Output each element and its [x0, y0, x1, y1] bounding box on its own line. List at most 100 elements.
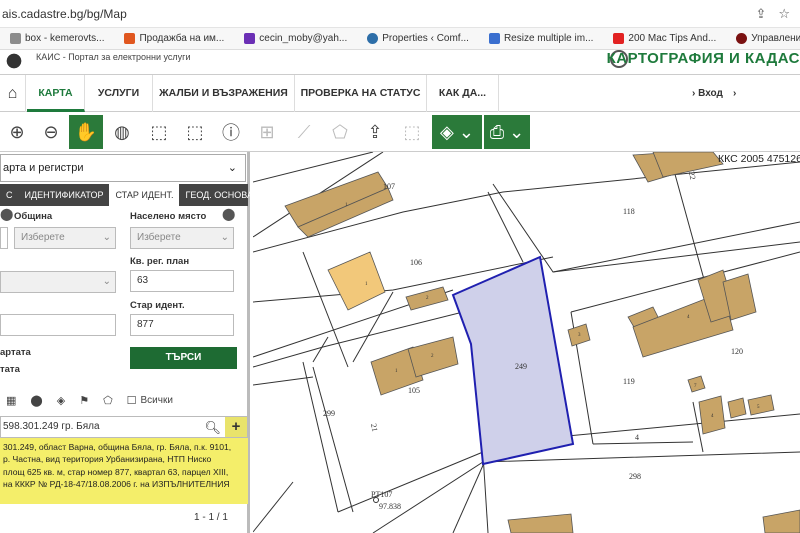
checkbox-all[interactable]: ☐ [127, 394, 137, 407]
nav-how-to[interactable]: КАК ДА... [427, 75, 499, 112]
block-plan-input[interactable]: 63 [130, 270, 234, 292]
search-tabs: С ИДЕНТИФИКАТОР СТАР ИДЕНТ. ГЕОД. ОСНОВА [0, 184, 253, 206]
parcel-number-label: 298 [629, 472, 641, 481]
nav-status-check[interactable]: ПРОВЕРКА НА СТАТУС [295, 75, 427, 112]
flag-icon[interactable]: ⚑ [79, 394, 89, 407]
star-icon[interactable]: ☆ [778, 6, 790, 22]
street-number-label: 22 [687, 171, 697, 180]
browser-address-bar[interactable]: ais.cadastre.bg/bg/Map ⇪ ☆ [0, 0, 800, 28]
selected-parcel[interactable] [451, 255, 575, 466]
measure-distance-icon[interactable]: ⟋ [287, 115, 321, 149]
layers-icon[interactable]: ◈ [57, 394, 65, 407]
upload-icon[interactable]: ⇪ [358, 115, 392, 149]
parcel-number-label: 118 [623, 207, 635, 216]
nav-map[interactable]: КАРТА [27, 75, 85, 112]
tab-address[interactable]: С [0, 184, 19, 206]
bookmark-item[interactable]: Resize multiple im... [479, 33, 603, 44]
survey-elevation-label: 97.838 [379, 502, 401, 511]
previous-extent-icon[interactable]: ⬚ [178, 115, 212, 149]
youtube-icon [613, 33, 625, 44]
chevron-down-icon: ⌄ [227, 162, 237, 174]
all-label: Всички [140, 394, 173, 406]
pan-hand-icon[interactable]: ✋ [69, 115, 103, 149]
parcel-number-label: 249 [515, 362, 527, 371]
heart-icon [488, 33, 500, 44]
add-icon[interactable]: + [225, 417, 247, 437]
tab-identifier[interactable]: ИДЕНТИФИКАТОР [19, 184, 110, 206]
parcel-number-label: 120 [731, 347, 743, 356]
bookmark-item[interactable]: Продажба на им... [114, 33, 234, 44]
layers-select[interactable]: арта и регистри ⌄ [0, 154, 246, 182]
nav-services[interactable]: УСЛУГИ [85, 75, 153, 112]
tab-geodetic-base[interactable]: ГЕОД. ОСНОВА [179, 184, 258, 206]
register-link[interactable]: › Регистрация [733, 75, 800, 136]
search-icon[interactable]: 🔍︎ [204, 418, 221, 438]
site-header: КАИС - Портал за електронни услуги КАРТО… [0, 50, 800, 74]
url-text[interactable]: ais.cadastre.bg/bg/Map [2, 7, 127, 21]
nav-complaints[interactable]: ЖАЛБИ И ВЪЗРАЖЕНИЯ [153, 75, 295, 112]
old-id-label: Стар идент. [130, 300, 185, 311]
home-icon[interactable]: ⌂ [0, 75, 26, 112]
bookmark-item[interactable]: Properties ‹ Comf... [357, 33, 479, 44]
zoom-in-icon[interactable]: ⊕ [0, 115, 34, 149]
result-item[interactable]: 301.249, област Варна, община Бяла, гр. … [0, 438, 248, 504]
building [727, 397, 747, 419]
grid-icon[interactable]: ▦ [6, 394, 16, 407]
bookmark-icon [736, 33, 748, 44]
municipality-select[interactable]: Изберете ⌄ [14, 227, 116, 249]
bookmark-item[interactable]: cecin_moby@yah... [234, 33, 357, 44]
building [762, 509, 800, 533]
coat-of-arms-logo [0, 50, 28, 72]
result-search-input[interactable]: 598.301.249 гр. Бяла 🔍︎ + [0, 416, 248, 438]
wordpress-icon [367, 33, 379, 44]
map-canvas[interactable]: 107 118 106 249 120 119 105 299 298 21 2… [253, 152, 800, 533]
building [507, 513, 574, 533]
measure-area-icon[interactable]: ⬠ [323, 115, 357, 149]
layers-dropdown-icon[interactable]: ◈ ⌄ [432, 115, 482, 149]
search-panel: арта и регистри ⌄ С ИДЕНТИФИКАТОР СТАР И… [0, 152, 253, 533]
location-pin-icon: ⬤ [222, 207, 236, 221]
cadastral-map[interactable]: 107 118 106 249 120 119 105 299 298 21 2… [253, 152, 800, 533]
bookmarks-bar: box - kemerovts... Продажба на им... cec… [0, 28, 800, 50]
share-icon[interactable]: ⇪ [755, 6, 766, 22]
bookmark-item[interactable]: box - kemerovts... [0, 33, 114, 44]
login-link[interactable]: › Вход [692, 75, 723, 112]
settlement-label: Населено място [130, 211, 207, 222]
zoom-box-icon[interactable]: ⬚ [142, 115, 176, 149]
tab-old-identifier[interactable]: СТАР ИДЕНТ. [109, 184, 180, 206]
globe-icon[interactable]: ◍ [105, 115, 139, 149]
polygon-icon[interactable]: ⬠ [103, 394, 113, 407]
measure-coords-icon[interactable]: ⊞ [250, 115, 284, 149]
location-pin-icon: ⬤ [0, 207, 14, 221]
plan-select[interactable]: ⌄ [0, 271, 116, 293]
map-toolbar: ⊕ ⊖ ✋ ◍ ⬚ ⬚ ⓘ ⊞ ⟋ ⬠ ⇪ ⬚ ◈ ⌄ ⎙ ⌄ [0, 112, 800, 152]
settlement-select[interactable]: Изберете ⌄ [130, 227, 234, 249]
coordinate-system-label: ККС 2005 475126 [718, 153, 800, 165]
bookmark-item[interactable]: Управление на о... [726, 33, 800, 44]
building [747, 394, 775, 416]
pager: 1 - 1 / 1 [194, 512, 228, 523]
parcel-number-label: 4 [635, 433, 639, 442]
zoom-out-icon[interactable]: ⊖ [34, 115, 68, 149]
parcel-number-label: 119 [623, 377, 635, 386]
map-label-2: тата [0, 364, 20, 375]
location-pin-icon[interactable]: ⬤ [30, 394, 42, 407]
print-dropdown-icon[interactable]: ⎙ ⌄ [484, 115, 530, 149]
parcel-input[interactable] [0, 314, 116, 336]
old-id-input[interactable]: 877 [130, 314, 234, 336]
region-field[interactable] [0, 227, 8, 249]
mail-icon [244, 33, 256, 44]
block-plan-label: Кв. рег. план [130, 256, 190, 267]
highlighted-building[interactable] [327, 251, 386, 311]
chevron-down-icon: ⌄ [220, 232, 229, 243]
map-label: артата [0, 347, 31, 358]
select-icon[interactable]: ⬚ [395, 115, 429, 149]
search-button[interactable]: ТЪРСИ [130, 347, 237, 369]
result-filter-row: ▦ ⬤ ◈ ⚑ ⬠ ☐ Всички [0, 392, 248, 408]
main-nav: ⌂ КАРТА УСЛУГИ ЖАЛБИ И ВЪЗРАЖЕНИЯ ПРОВЕР… [0, 74, 800, 136]
parcel-number-label: 107 [383, 182, 395, 191]
info-icon[interactable]: ⓘ [214, 115, 248, 149]
bookmark-item[interactable]: 200 Mac Tips And... [603, 33, 726, 44]
portal-subtitle: КАИС - Портал за електронни услуги [36, 52, 191, 62]
municipality-label: Община [14, 211, 53, 222]
